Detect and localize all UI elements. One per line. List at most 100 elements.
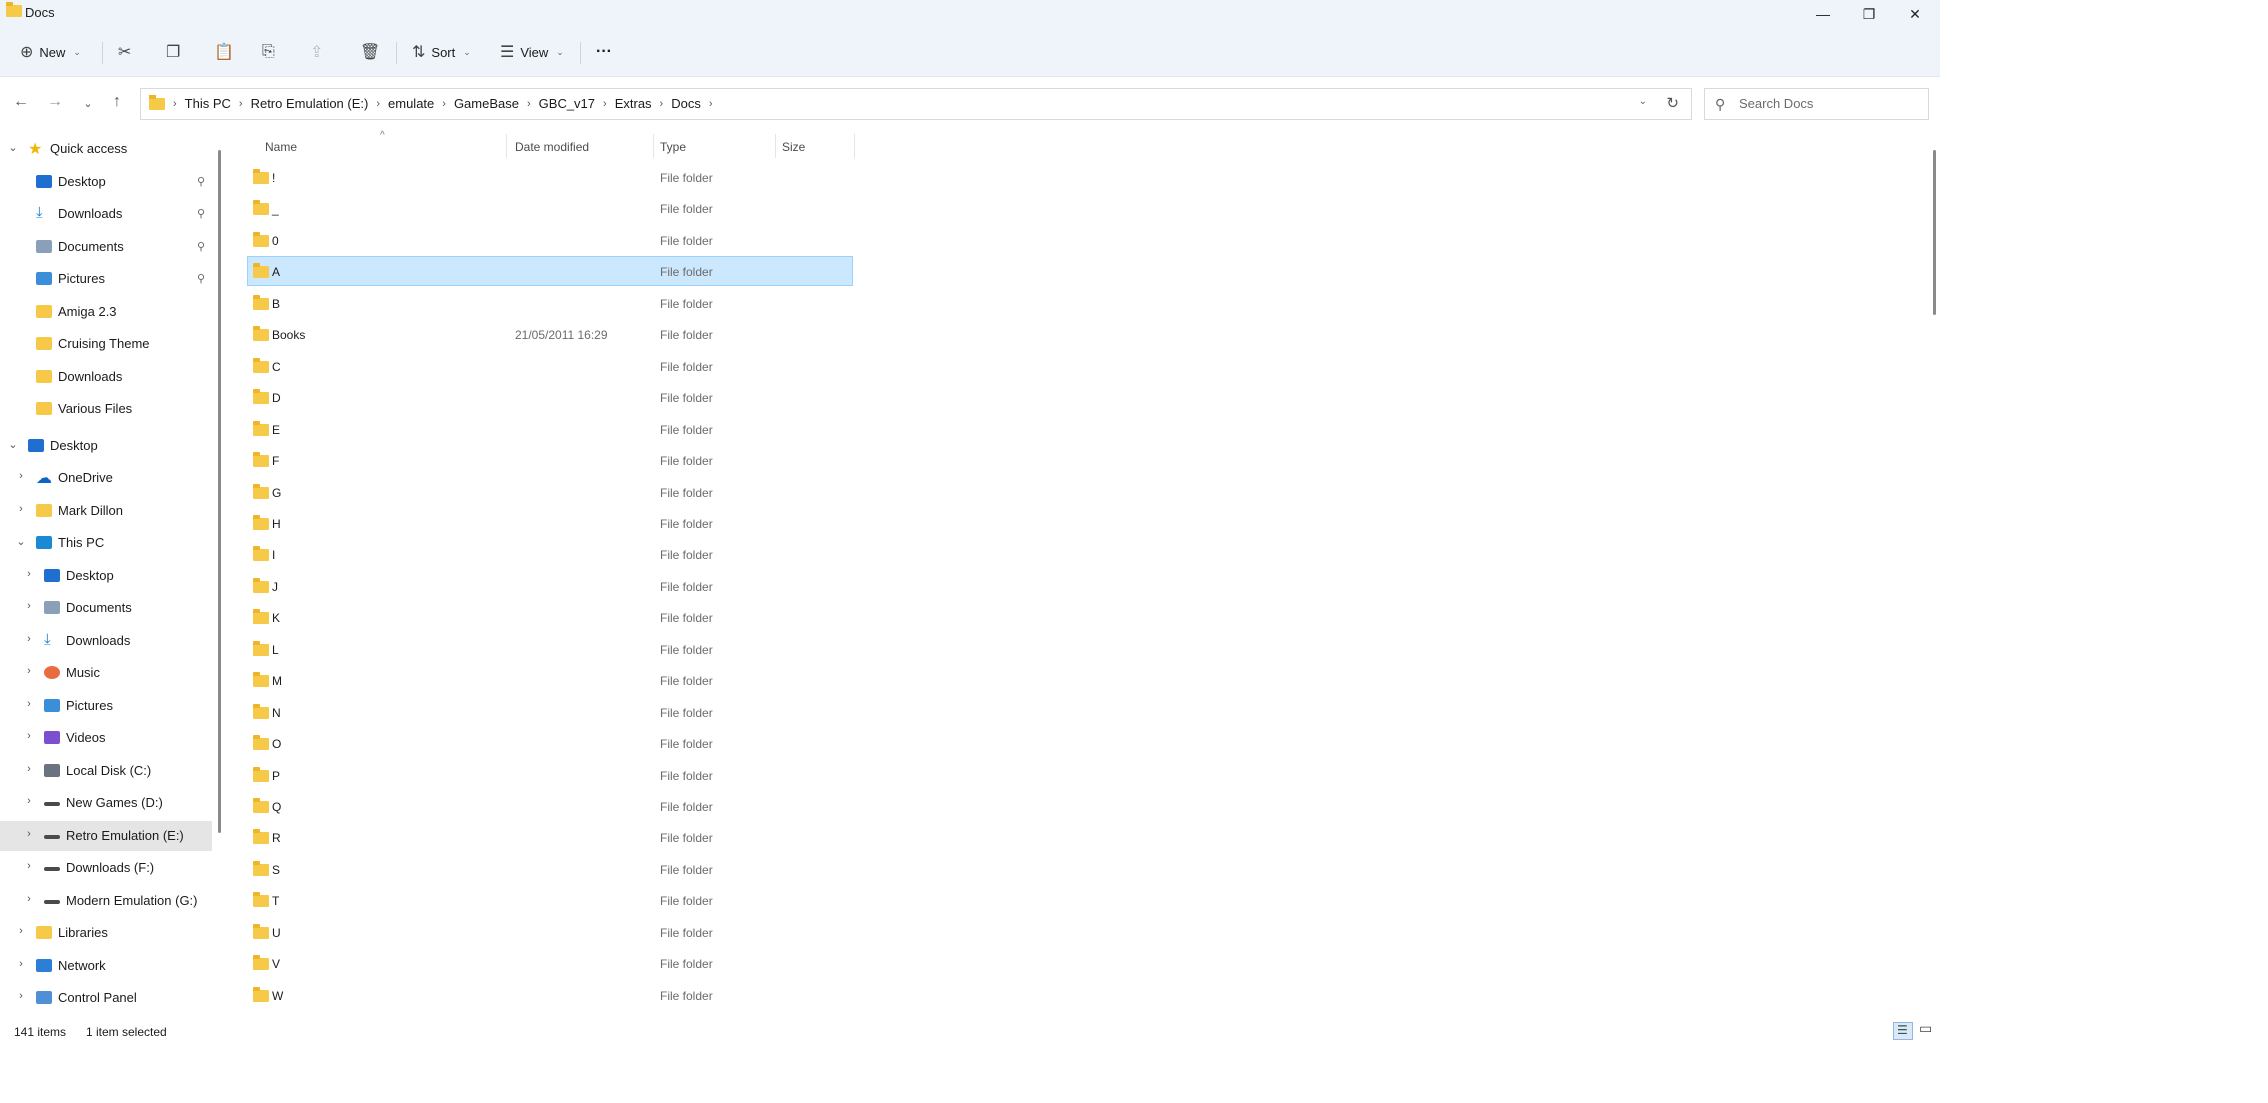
share-button[interactable]: ⇪ — [310, 38, 323, 66]
chevron-right-icon[interactable]: › — [656, 98, 668, 110]
column-divider[interactable] — [854, 134, 855, 158]
nav-item-desktop[interactable]: › Desktop — [0, 561, 212, 591]
file-row[interactable]: D File folder — [248, 383, 852, 411]
refresh-icon[interactable]: ↻ — [1666, 94, 1679, 112]
file-row[interactable]: R File folder — [248, 823, 852, 851]
nav-item-pictures[interactable]: › Pictures — [0, 691, 212, 721]
nav-this-pc[interactable]: ⌄ This PC — [0, 528, 212, 558]
nav-item-new-games-d[interactable]: › New Games (D:) — [0, 788, 212, 818]
file-row[interactable]: N File folder — [248, 698, 852, 726]
file-row[interactable]: Books 21/05/2011 16:29 File folder — [248, 320, 852, 348]
copy-button[interactable]: ❐ — [166, 38, 180, 66]
details-view-icon[interactable] — [1893, 1022, 1913, 1040]
chevron-down-icon[interactable]: ⌄ — [6, 438, 20, 451]
breadcrumb-docs[interactable]: Docs — [667, 96, 705, 111]
file-row[interactable]: E File folder — [248, 415, 852, 443]
nav-pane-scrollbar[interactable] — [218, 150, 221, 833]
file-row[interactable]: S File folder — [248, 855, 852, 883]
file-row[interactable]: O File folder — [248, 729, 852, 757]
file-list-scrollbar[interactable] — [1933, 150, 1936, 315]
nav-item-downloads[interactable]: › ⤓ Downloads — [0, 626, 212, 656]
file-row[interactable]: U File folder — [248, 918, 852, 946]
column-divider[interactable] — [506, 134, 507, 158]
breadcrumb-retro-emulation[interactable]: Retro Emulation (E:) — [247, 96, 373, 111]
chevron-right-icon[interactable]: › — [14, 470, 28, 482]
nav-item-network[interactable]: › Network — [0, 951, 212, 981]
file-row[interactable]: K File folder — [248, 603, 852, 631]
nav-item-local-disk-c[interactable]: › Local Disk (C:) — [0, 756, 212, 786]
nav-item-mark-dillon[interactable]: › Mark Dillon — [0, 496, 212, 526]
delete-button[interactable]: 🗑 — [360, 38, 380, 66]
chevron-right-icon[interactable]: › — [22, 763, 36, 775]
maximize-button[interactable]: ❐ — [1846, 0, 1892, 28]
view-button[interactable]: ☰ View ⌄ — [500, 38, 564, 66]
chevron-down-icon[interactable]: ⌄ — [14, 535, 28, 548]
nav-item-various-files[interactable]: Various Files — [0, 394, 212, 424]
chevron-right-icon[interactable]: › — [22, 860, 36, 872]
file-row[interactable]: J File folder — [248, 572, 852, 600]
recent-locations-icon[interactable]: ⌄ — [77, 97, 99, 110]
chevron-right-icon[interactable]: › — [705, 98, 717, 110]
chevron-down-icon[interactable]: ⌄ — [6, 141, 20, 154]
up-icon[interactable]: ↑ — [106, 93, 128, 111]
file-row[interactable]: Q File folder — [248, 792, 852, 820]
search-input[interactable] — [1737, 95, 1926, 112]
chevron-right-icon[interactable]: › — [372, 98, 384, 110]
chevron-right-icon[interactable]: › — [22, 633, 36, 645]
file-row[interactable]: V File folder — [248, 949, 852, 977]
chevron-right-icon[interactable]: › — [22, 665, 36, 677]
chevron-right-icon[interactable]: › — [22, 828, 36, 840]
file-row[interactable]: M File folder — [248, 666, 852, 694]
chevron-right-icon[interactable]: › — [169, 98, 181, 110]
chevron-right-icon[interactable]: › — [22, 698, 36, 710]
breadcrumb-gbc-v17[interactable]: GBC_v17 — [535, 96, 599, 111]
nav-item-videos[interactable]: › Videos — [0, 723, 212, 753]
chevron-right-icon[interactable]: › — [235, 98, 247, 110]
chevron-right-icon[interactable]: › — [22, 795, 36, 807]
paste-button[interactable]: 📋 — [214, 38, 234, 66]
nav-item-onedrive[interactable]: › ☁ OneDrive — [0, 463, 212, 493]
file-row[interactable]: ! File folder — [248, 163, 852, 191]
column-header-name[interactable]: Name — [265, 140, 297, 154]
nav-desktop[interactable]: ⌄ Desktop — [0, 431, 212, 461]
nav-item-retro-emulation-e[interactable]: › Retro Emulation (E:) — [0, 820, 212, 851]
nav-item-downloads[interactable]: Downloads — [0, 362, 212, 392]
file-row[interactable]: A File folder — [247, 256, 853, 287]
rename-button[interactable]: ⎘ — [262, 38, 275, 66]
breadcrumb-this-pc[interactable]: This PC — [181, 96, 235, 111]
column-divider[interactable] — [775, 134, 776, 158]
file-row[interactable]: C File folder — [248, 352, 852, 380]
back-icon[interactable]: ← — [10, 93, 32, 111]
chevron-right-icon[interactable]: › — [523, 98, 535, 110]
nav-item-music[interactable]: › Music — [0, 658, 212, 688]
new-button[interactable]: ⊕ New ⌄ — [20, 38, 81, 66]
forward-icon[interactable]: → — [44, 93, 66, 111]
more-options-button[interactable]: ··· — [596, 38, 612, 66]
file-row[interactable]: H File folder — [248, 509, 852, 537]
nav-item-modern-emulation-g[interactable]: › Modern Emulation (G:) — [0, 886, 212, 916]
breadcrumb-gamebase[interactable]: GameBase — [450, 96, 523, 111]
close-button[interactable]: ✕ — [1892, 0, 1938, 28]
chevron-right-icon[interactable]: › — [14, 925, 28, 937]
column-header-size[interactable]: Size — [782, 140, 805, 154]
nav-item-amiga-2-3[interactable]: Amiga 2.3 — [0, 297, 212, 327]
file-row[interactable]: L File folder — [248, 635, 852, 663]
file-row[interactable]: I File folder — [248, 540, 852, 568]
nav-item-control-panel[interactable]: › Control Panel — [0, 983, 212, 1013]
large-icons-view-icon[interactable] — [1916, 1020, 1936, 1040]
file-row[interactable]: 0 File folder — [248, 226, 852, 254]
sort-button[interactable]: ⇅ Sort ⌄ — [412, 38, 471, 66]
nav-item-downloads-f[interactable]: › Downloads (F:) — [0, 853, 212, 883]
file-row[interactable]: P File folder — [248, 761, 852, 789]
file-row[interactable]: _ File folder — [248, 194, 852, 222]
chevron-right-icon[interactable]: › — [22, 730, 36, 742]
chevron-right-icon[interactable]: › — [438, 98, 450, 110]
nav-item-documents[interactable]: › Documents — [0, 593, 212, 623]
address-history-dropdown-icon[interactable]: ⌄ — [1639, 96, 1647, 107]
breadcrumb-extras[interactable]: Extras — [611, 96, 656, 111]
chevron-right-icon[interactable]: › — [22, 893, 36, 905]
chevron-right-icon[interactable]: › — [599, 98, 611, 110]
nav-item-cruising-theme[interactable]: Cruising Theme — [0, 329, 212, 359]
nav-item-libraries[interactable]: › Libraries — [0, 918, 212, 948]
chevron-right-icon[interactable]: › — [14, 503, 28, 515]
